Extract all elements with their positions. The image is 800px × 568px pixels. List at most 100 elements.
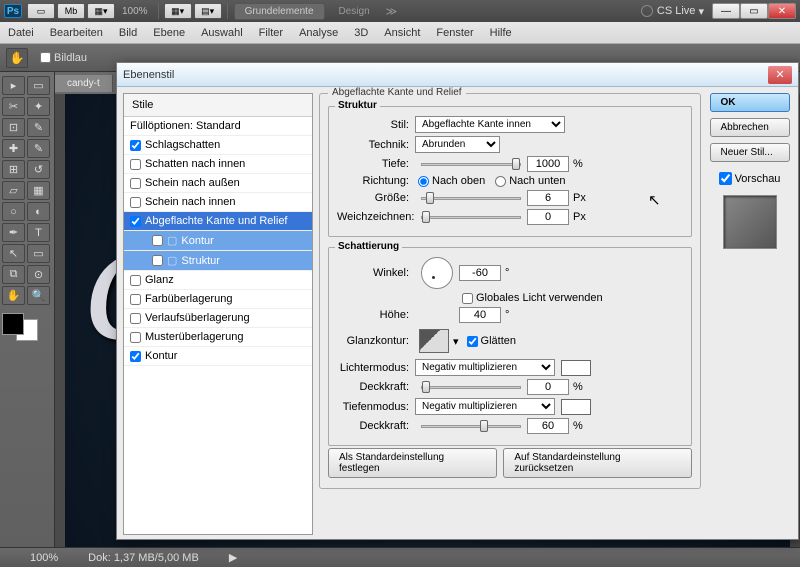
tb-btn-1[interactable]: ▭ xyxy=(27,3,55,19)
style-check-12[interactable] xyxy=(130,351,141,362)
tb-btn-4[interactable]: ▦▾ xyxy=(164,3,192,19)
tool-path[interactable]: ↖ xyxy=(2,244,25,263)
cancel-button[interactable]: Abbrechen xyxy=(710,118,790,137)
style-item-1[interactable]: Schlagschatten xyxy=(124,136,312,155)
ok-button[interactable]: OK xyxy=(710,93,790,112)
maximize-button[interactable]: ▭ xyxy=(740,3,768,19)
tool-shape[interactable]: ▭ xyxy=(27,244,50,263)
preview-check[interactable]: Vorschau xyxy=(719,172,781,185)
menu-3d[interactable]: 3D xyxy=(354,27,368,39)
current-tool-icon[interactable]: ✋ xyxy=(6,48,28,68)
styles-header[interactable]: Stile xyxy=(124,94,312,117)
style-item-11[interactable]: Musterüberlagerung xyxy=(124,328,312,347)
menu-auswahl[interactable]: Auswahl xyxy=(201,27,243,39)
style-check-9[interactable] xyxy=(130,294,141,305)
tool-history[interactable]: ↺ xyxy=(27,160,50,179)
style-check-5[interactable] xyxy=(130,216,141,227)
tief-color[interactable] xyxy=(561,399,591,415)
tool-3dcam[interactable]: ⊙ xyxy=(27,265,50,284)
style-item-0[interactable]: Füllöptionen: Standard xyxy=(124,117,312,136)
menu-analyse[interactable]: Analyse xyxy=(299,27,338,39)
deck1-slider[interactable] xyxy=(421,386,521,389)
tool-3d[interactable]: ⧉ xyxy=(2,265,25,284)
tool-gradient[interactable]: ▦ xyxy=(27,181,50,200)
style-item-7[interactable]: ▢Struktur xyxy=(124,251,312,271)
richtung-oben-radio[interactable] xyxy=(418,176,429,187)
tool-wand[interactable]: ✦ xyxy=(27,97,50,116)
tiefe-slider[interactable] xyxy=(421,163,521,166)
style-item-6[interactable]: ▢Kontur xyxy=(124,231,312,251)
style-check-3[interactable] xyxy=(130,178,141,189)
more-arrow[interactable]: ≫ xyxy=(386,5,398,18)
tool-dodge[interactable]: ◐ xyxy=(27,202,50,221)
groesse-slider[interactable] xyxy=(421,197,521,200)
style-check-8[interactable] xyxy=(130,275,141,286)
tool-blur[interactable]: ○ xyxy=(2,202,25,221)
tool-eraser[interactable]: ▱ xyxy=(2,181,25,200)
style-item-5[interactable]: Abgeflachte Kante und Relief xyxy=(124,212,312,231)
tool-eyedrop[interactable]: ✎ xyxy=(27,118,50,137)
global-light-check[interactable] xyxy=(462,293,473,304)
menu-fenster[interactable]: Fenster xyxy=(436,27,473,39)
groesse-input[interactable]: 6 xyxy=(527,190,569,206)
menu-bild[interactable]: Bild xyxy=(119,27,137,39)
style-item-8[interactable]: Glanz xyxy=(124,271,312,290)
style-item-3[interactable]: Schein nach außen xyxy=(124,174,312,193)
tool-type[interactable]: T xyxy=(27,223,50,242)
tool-heal[interactable]: ✚ xyxy=(2,139,25,158)
cslive[interactable]: CS Live ▾ xyxy=(641,5,704,18)
tool-zoom[interactable]: 🔍 xyxy=(27,286,50,305)
deck1-input[interactable]: 0 xyxy=(527,379,569,395)
glatten-check[interactable] xyxy=(467,336,478,347)
color-swatches[interactable] xyxy=(2,313,38,341)
tb-btn-3[interactable]: ▦▾ xyxy=(87,3,115,19)
weich-slider[interactable] xyxy=(421,216,521,219)
deck2-slider[interactable] xyxy=(421,425,521,428)
angle-dial[interactable] xyxy=(421,257,453,289)
style-check-6[interactable] xyxy=(152,235,163,246)
style-check-4[interactable] xyxy=(130,197,141,208)
richtung-unten-radio[interactable] xyxy=(495,176,506,187)
menu-bearbeiten[interactable]: Bearbeiten xyxy=(50,27,103,39)
workspace-pill-2[interactable]: Design xyxy=(329,4,380,19)
stil-select[interactable]: Abgeflachte Kante innen xyxy=(415,116,565,133)
menu-ebene[interactable]: Ebene xyxy=(153,27,185,39)
menu-filter[interactable]: Filter xyxy=(259,27,283,39)
style-item-10[interactable]: Verlaufsüberlagerung xyxy=(124,309,312,328)
tb-btn-5[interactable]: ▤▾ xyxy=(194,3,222,19)
style-check-7[interactable] xyxy=(152,255,163,266)
new-style-button[interactable]: Neuer Stil... xyxy=(710,143,790,162)
style-item-9[interactable]: Farbüberlagerung xyxy=(124,290,312,309)
deck2-input[interactable]: 60 xyxy=(527,418,569,434)
style-check-2[interactable] xyxy=(130,159,141,170)
workspace-pill-1[interactable]: Grundelemente xyxy=(234,3,325,20)
dialog-titlebar[interactable]: Ebenenstil ✕ xyxy=(117,63,798,87)
close-button[interactable]: ✕ xyxy=(768,3,796,19)
style-item-12[interactable]: Kontur xyxy=(124,347,312,366)
style-item-4[interactable]: Schein nach innen xyxy=(124,193,312,212)
status-zoom[interactable]: 100% xyxy=(30,552,58,564)
doc-tab[interactable]: candy-t xyxy=(55,75,113,92)
minimize-button[interactable]: — xyxy=(712,3,740,19)
tool-crop[interactable]: ⊡ xyxy=(2,118,25,137)
reset-default-button[interactable]: Auf Standardeinstellung zurücksetzen xyxy=(503,448,692,478)
style-check-1[interactable] xyxy=(130,140,141,151)
lichtmodus-select[interactable]: Negativ multiplizieren xyxy=(415,359,555,376)
licht-color[interactable] xyxy=(561,360,591,376)
tiefmodus-select[interactable]: Negativ multiplizieren xyxy=(415,398,555,415)
tool-stamp[interactable]: ⊞ xyxy=(2,160,25,179)
tool-hand[interactable]: ✋ xyxy=(2,286,25,305)
bildlauf-check[interactable]: Bildlau xyxy=(40,52,87,64)
make-default-button[interactable]: Als Standardeinstellung festlegen xyxy=(328,448,497,478)
tiefe-input[interactable]: 1000 xyxy=(527,156,569,172)
style-check-11[interactable] xyxy=(130,332,141,343)
winkel-input[interactable]: -60 xyxy=(459,265,501,281)
dialog-close-button[interactable]: ✕ xyxy=(768,66,792,84)
tool-pen[interactable]: ✒ xyxy=(2,223,25,242)
style-item-2[interactable]: Schatten nach innen xyxy=(124,155,312,174)
tool-marquee[interactable]: ▭ xyxy=(27,76,50,95)
weich-input[interactable]: 0 xyxy=(527,209,569,225)
style-check-10[interactable] xyxy=(130,313,141,324)
technik-select[interactable]: Abrunden xyxy=(415,136,500,153)
tool-brush[interactable]: ✎ xyxy=(27,139,50,158)
